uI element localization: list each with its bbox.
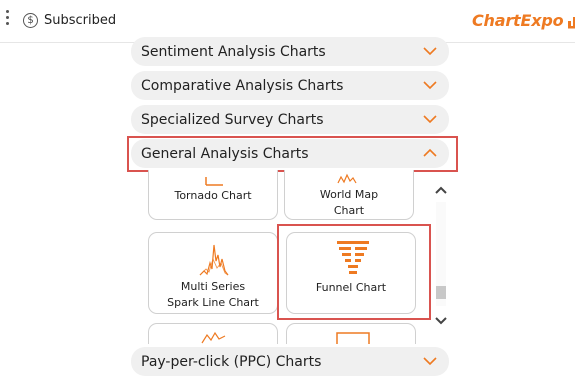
section-label: Comparative Analysis Charts <box>141 77 344 94</box>
chart-card-multi-series-spark-line[interactable]: Multi Series Spark Line Chart <box>148 232 278 314</box>
scroll-up-button[interactable] <box>433 182 449 198</box>
tornado-chart-icon <box>205 177 223 186</box>
chartexpo-logo: ChartExpo <box>472 11 575 30</box>
section-label: Pay-per-click (PPC) Charts <box>141 353 322 370</box>
scroll-thumb[interactable] <box>436 286 446 299</box>
dollar-circle-icon: $ <box>23 13 38 28</box>
chart-card-world-map[interactable]: World Map Chart <box>284 170 414 220</box>
logo-mark-icon <box>568 16 575 28</box>
spark-line-chart-icon <box>199 244 229 276</box>
chart-card-grid: Tornado Chart World Map Chart Multi Seri… <box>131 170 433 344</box>
chart-card-funnel[interactable]: Funnel Chart <box>286 232 416 314</box>
chart-preview-icon <box>336 332 370 344</box>
section-sentiment-analysis[interactable]: Sentiment Analysis Charts <box>131 37 449 66</box>
subscription-status: Subscribed <box>44 13 117 28</box>
scroll-down-button[interactable] <box>433 313 449 329</box>
chevron-up-icon <box>435 186 447 194</box>
funnel-chart-icon <box>337 241 369 274</box>
chart-card-next-row-2[interactable] <box>286 323 416 344</box>
card-label: World Map Chart <box>319 188 379 217</box>
section-comparative-analysis[interactable]: Comparative Analysis Charts <box>131 71 449 100</box>
kebab-menu-icon[interactable] <box>5 10 11 30</box>
section-label: Sentiment Analysis Charts <box>141 43 326 60</box>
section-specialized-survey[interactable]: Specialized Survey Charts <box>131 105 449 134</box>
chart-card-tornado[interactable]: Tornado Chart <box>148 170 278 220</box>
card-label: Tornado Chart <box>174 189 252 202</box>
chevron-down-icon <box>423 47 437 56</box>
chevron-down-icon <box>435 317 447 325</box>
chart-card-next-row-1[interactable] <box>148 323 278 344</box>
section-label: Specialized Survey Charts <box>141 111 324 128</box>
chart-preview-icon <box>201 331 226 344</box>
card-label: Multi Series Spark Line Chart <box>167 280 259 309</box>
chevron-down-icon <box>423 81 437 90</box>
chevron-up-icon <box>423 148 437 157</box>
world-map-chart-icon <box>337 173 357 184</box>
chevron-down-icon <box>423 115 437 124</box>
card-label: Funnel Chart <box>315 281 387 294</box>
scrollbar[interactable] <box>433 182 449 328</box>
section-general-analysis[interactable]: General Analysis Charts <box>131 139 449 168</box>
section-label: General Analysis Charts <box>141 145 309 162</box>
chevron-down-icon <box>423 357 437 366</box>
section-ppc[interactable]: Pay-per-click (PPC) Charts <box>131 347 449 376</box>
logo-text: ChartExpo <box>472 11 564 30</box>
